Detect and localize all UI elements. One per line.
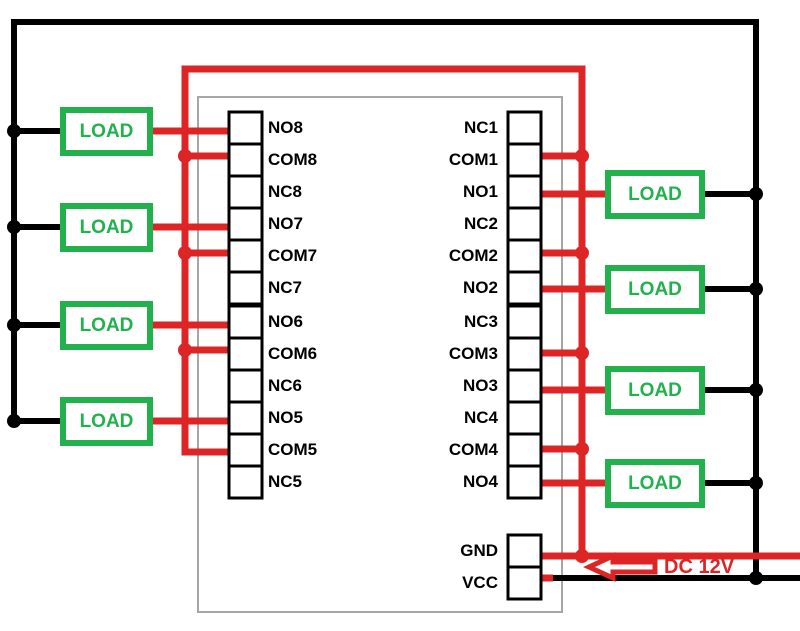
dc-supply-label: DC 12V bbox=[664, 556, 735, 578]
load-label-ch3: LOAD bbox=[628, 380, 682, 401]
terminal-label-com1: COM1 bbox=[448, 150, 498, 169]
junction-dot bbox=[575, 442, 589, 456]
junction-dot bbox=[7, 220, 21, 234]
terminal-label-com4: COM4 bbox=[448, 440, 498, 459]
terminal-cell-com6[interactable] bbox=[227, 336, 264, 372]
terminal-cell-nc7[interactable] bbox=[227, 270, 264, 306]
terminal-cell-nc6[interactable] bbox=[227, 368, 264, 404]
junction-dot bbox=[7, 318, 21, 332]
terminal-label-nc5: NC5 bbox=[268, 472, 303, 491]
terminal-cell-no6[interactable] bbox=[227, 304, 264, 340]
junction-dot bbox=[7, 414, 21, 428]
channels-5-8-terminal-block[interactable] bbox=[227, 110, 264, 500]
junction-dot bbox=[178, 149, 192, 163]
junction-dot bbox=[749, 187, 763, 201]
terminal-label-nc3: NC3 bbox=[463, 312, 498, 331]
relay-wiring-diagram: NO8 COM8 NC8 NO7 COM7 NC7 NO6 COM6 NC6 N… bbox=[0, 0, 800, 631]
terminal-cell-no7[interactable] bbox=[227, 206, 264, 242]
terminal-cell-vcc[interactable] bbox=[506, 565, 543, 601]
load-label-ch2: LOAD bbox=[628, 279, 682, 300]
terminal-cell-nc4[interactable] bbox=[506, 400, 543, 436]
terminal-cell-nc3[interactable] bbox=[506, 304, 543, 340]
terminal-cell-com8[interactable] bbox=[227, 142, 264, 178]
terminal-cell-com4[interactable] bbox=[506, 432, 543, 468]
terminal-cell-nc5[interactable] bbox=[227, 464, 264, 500]
load-label-ch1: LOAD bbox=[628, 184, 682, 205]
terminal-cell-nc1[interactable] bbox=[506, 110, 543, 146]
terminal-label-nc7: NC7 bbox=[268, 278, 303, 297]
junction-dot bbox=[7, 124, 21, 138]
junction-dot bbox=[749, 282, 763, 296]
power-terminal-block[interactable] bbox=[506, 533, 543, 601]
load-label-ch6: LOAD bbox=[79, 315, 134, 336]
junction-dot bbox=[575, 346, 589, 360]
junction-dot bbox=[749, 383, 763, 397]
load-label-ch4: LOAD bbox=[628, 473, 682, 494]
load-label-ch7: LOAD bbox=[79, 217, 134, 238]
terminal-label-no7: NO7 bbox=[268, 214, 303, 233]
terminal-label-no8: NO8 bbox=[268, 118, 303, 137]
terminal-label-no2: NO2 bbox=[463, 278, 498, 297]
terminal-label-no1: NO1 bbox=[463, 182, 498, 201]
terminal-label-no5: NO5 bbox=[268, 408, 303, 427]
terminal-label-gnd: GND bbox=[460, 541, 498, 560]
terminal-cell-com3[interactable] bbox=[506, 336, 543, 372]
terminal-cell-no8[interactable] bbox=[227, 110, 264, 146]
junction-dot bbox=[178, 343, 192, 357]
terminal-label-no4: NO4 bbox=[463, 472, 498, 491]
terminal-cell-com5[interactable] bbox=[227, 432, 264, 468]
channels-1-4-terminal-block[interactable] bbox=[506, 110, 543, 500]
terminal-cell-no3[interactable] bbox=[506, 368, 543, 404]
junction-dot bbox=[575, 246, 589, 260]
terminal-label-com8: COM8 bbox=[268, 150, 318, 169]
terminal-label-com2: COM2 bbox=[448, 246, 498, 265]
terminal-label-nc1: NC1 bbox=[463, 118, 498, 137]
junction-dot bbox=[178, 246, 192, 260]
terminal-label-com6: COM6 bbox=[268, 344, 318, 363]
terminal-label-com3: COM3 bbox=[448, 344, 498, 363]
terminal-cell-gnd[interactable] bbox=[506, 533, 543, 569]
terminal-cell-com2[interactable] bbox=[506, 238, 543, 274]
terminal-label-com5: COM5 bbox=[268, 440, 318, 459]
terminal-label-nc4: NC4 bbox=[463, 408, 498, 427]
terminal-cell-nc8[interactable] bbox=[227, 174, 264, 210]
terminal-cell-no4[interactable] bbox=[506, 464, 543, 500]
terminal-label-com7: COM7 bbox=[268, 246, 318, 265]
terminal-cell-com1[interactable] bbox=[506, 142, 543, 178]
terminal-label-vcc: VCC bbox=[462, 573, 498, 592]
left-load-boxes bbox=[60, 107, 153, 446]
load-label-ch5: LOAD bbox=[79, 411, 134, 432]
terminal-cell-no2[interactable] bbox=[506, 270, 543, 306]
terminal-label-nc8: NC8 bbox=[268, 182, 303, 201]
terminal-label-nc6: NC6 bbox=[268, 376, 303, 395]
junction-dot bbox=[749, 476, 763, 490]
terminal-label-no3: NO3 bbox=[463, 376, 498, 395]
terminal-cell-no5[interactable] bbox=[227, 400, 264, 436]
right-load-boxes bbox=[605, 170, 705, 508]
terminal-label-no6: NO6 bbox=[268, 312, 303, 331]
terminal-cell-com7[interactable] bbox=[227, 238, 264, 274]
junction-dot bbox=[575, 149, 589, 163]
terminal-label-nc2: NC2 bbox=[463, 214, 498, 233]
junction-dot bbox=[749, 571, 763, 585]
junction-dot bbox=[575, 549, 589, 563]
terminal-cell-no1[interactable] bbox=[506, 174, 543, 210]
terminal-cell-nc2[interactable] bbox=[506, 206, 543, 242]
load-label-ch8: LOAD bbox=[79, 121, 134, 142]
